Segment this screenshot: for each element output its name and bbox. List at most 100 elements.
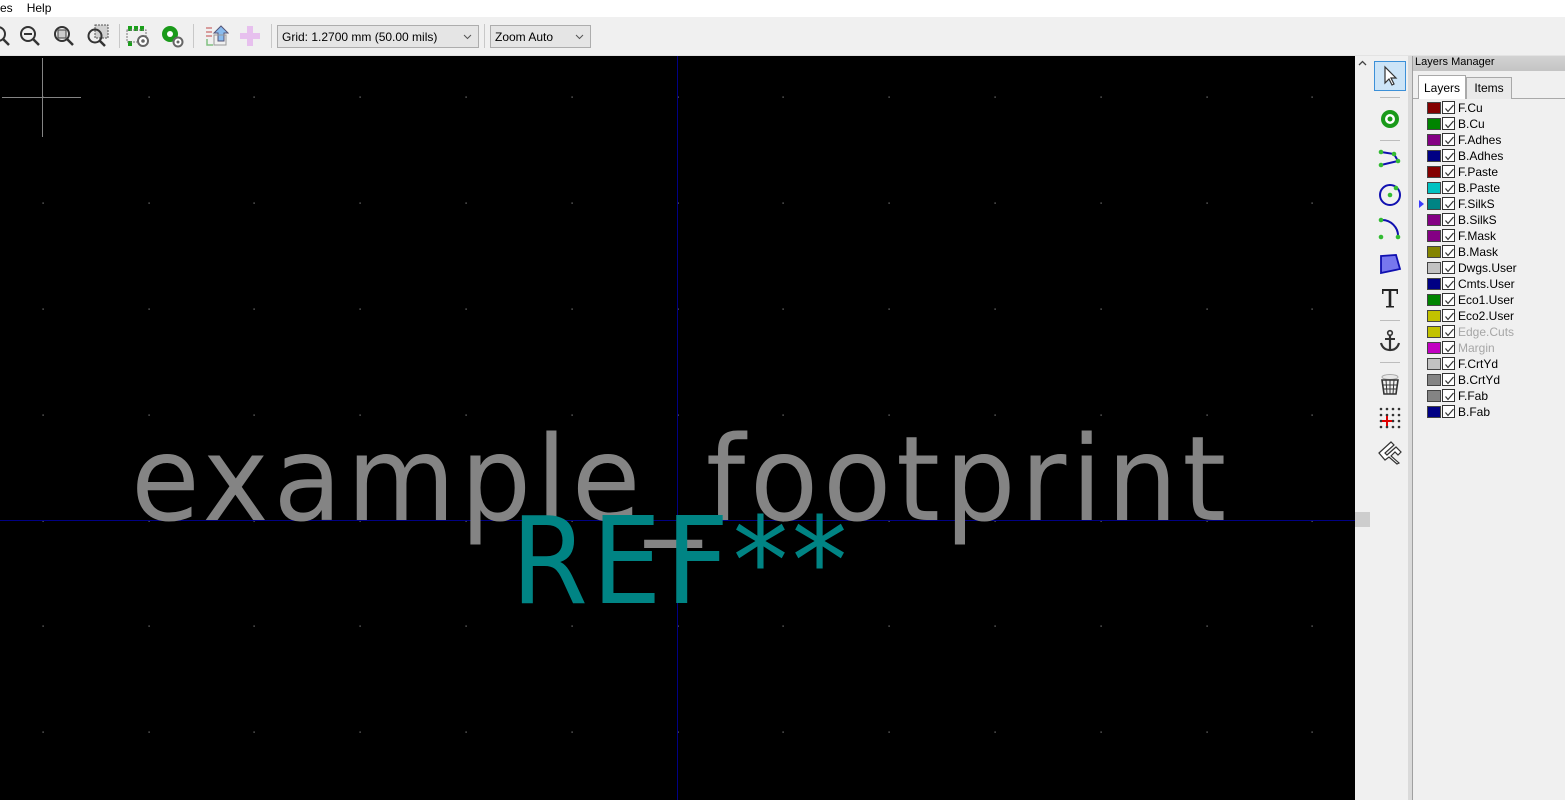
tab-layers[interactable]: Layers bbox=[1418, 75, 1466, 99]
select-tool-button[interactable] bbox=[1374, 61, 1406, 91]
tab-items[interactable]: Items bbox=[1466, 77, 1512, 99]
pad-settings-button[interactable] bbox=[158, 22, 186, 50]
layer-name[interactable]: Eco2.User bbox=[1458, 308, 1514, 324]
layer-name[interactable]: Cmts.User bbox=[1458, 276, 1515, 292]
add-circle-button[interactable] bbox=[1374, 180, 1406, 210]
add-text-button[interactable] bbox=[1374, 283, 1406, 313]
measure-button[interactable] bbox=[1374, 437, 1406, 467]
zoom-in-button[interactable] bbox=[0, 22, 14, 50]
layer-row[interactable]: F.Paste bbox=[1413, 164, 1565, 180]
layer-visibility-checkbox[interactable] bbox=[1442, 165, 1455, 178]
zoom-out-button[interactable] bbox=[16, 22, 44, 50]
zoom-select[interactable]: Zoom Auto bbox=[490, 25, 591, 48]
layer-color-swatch[interactable] bbox=[1427, 406, 1441, 418]
layer-color-swatch[interactable] bbox=[1427, 278, 1441, 290]
layer-color-swatch[interactable] bbox=[1427, 230, 1441, 242]
grid-origin-button[interactable] bbox=[1374, 403, 1406, 433]
layer-row[interactable]: B.CrtYd bbox=[1413, 372, 1565, 388]
layer-visibility-checkbox[interactable] bbox=[1442, 149, 1455, 162]
layer-name[interactable]: F.CrtYd bbox=[1458, 356, 1498, 372]
layer-row[interactable]: F.CrtYd bbox=[1413, 356, 1565, 372]
layer-row[interactable]: B.Paste bbox=[1413, 180, 1565, 196]
menu-help[interactable]: Help bbox=[27, 0, 59, 17]
layer-name[interactable]: B.SilkS bbox=[1458, 212, 1497, 228]
layer-row[interactable]: Cmts.User bbox=[1413, 276, 1565, 292]
scroll-up-arrow-icon[interactable] bbox=[1357, 58, 1368, 69]
layer-color-swatch[interactable] bbox=[1427, 182, 1441, 194]
layer-name[interactable]: B.Mask bbox=[1458, 244, 1498, 260]
layer-color-swatch[interactable] bbox=[1427, 390, 1441, 402]
layer-color-swatch[interactable] bbox=[1427, 342, 1441, 354]
layer-row[interactable]: B.Fab bbox=[1413, 404, 1565, 420]
layer-row[interactable]: Eco2.User bbox=[1413, 308, 1565, 324]
layer-color-swatch[interactable] bbox=[1427, 102, 1441, 114]
layer-name[interactable]: B.Adhes bbox=[1458, 148, 1503, 164]
layer-row[interactable]: Margin bbox=[1413, 340, 1565, 356]
layer-row[interactable]: B.SilkS bbox=[1413, 212, 1565, 228]
layer-color-swatch[interactable] bbox=[1427, 214, 1441, 226]
add-line-button[interactable] bbox=[1374, 146, 1406, 176]
layer-name[interactable]: F.SilkS bbox=[1458, 196, 1495, 212]
layer-row[interactable]: B.Mask bbox=[1413, 244, 1565, 260]
layer-visibility-checkbox[interactable] bbox=[1442, 213, 1455, 226]
reference-text[interactable]: REF** bbox=[511, 493, 851, 632]
layer-color-swatch[interactable] bbox=[1427, 198, 1441, 210]
layer-row[interactable]: F.Fab bbox=[1413, 388, 1565, 404]
layer-visibility-checkbox[interactable] bbox=[1442, 117, 1455, 130]
layer-color-swatch[interactable] bbox=[1427, 166, 1441, 178]
layer-name[interactable]: F.Fab bbox=[1458, 388, 1488, 404]
layer-visibility-checkbox[interactable] bbox=[1442, 101, 1455, 114]
layer-row[interactable]: F.Cu bbox=[1413, 100, 1565, 116]
layer-name[interactable]: F.Paste bbox=[1458, 164, 1498, 180]
layer-color-swatch[interactable] bbox=[1427, 310, 1441, 322]
layer-color-swatch[interactable] bbox=[1427, 150, 1441, 162]
layer-visibility-checkbox[interactable] bbox=[1442, 277, 1455, 290]
layer-visibility-checkbox[interactable] bbox=[1442, 389, 1455, 402]
layer-color-swatch[interactable] bbox=[1427, 118, 1441, 130]
drawing-canvas[interactable]: example_footprint REF** bbox=[0, 56, 1355, 800]
layer-row[interactable]: B.Cu bbox=[1413, 116, 1565, 132]
vertical-scrollbar[interactable] bbox=[1355, 56, 1370, 800]
layer-color-swatch[interactable] bbox=[1427, 374, 1441, 386]
insert-into-board-button[interactable] bbox=[236, 22, 264, 50]
layer-visibility-checkbox[interactable] bbox=[1442, 133, 1455, 146]
layer-visibility-checkbox[interactable] bbox=[1442, 261, 1455, 274]
layer-name[interactable]: F.Adhes bbox=[1458, 132, 1501, 148]
grid-select[interactable]: Grid: 1.2700 mm (50.00 mils) bbox=[277, 25, 479, 48]
layer-color-swatch[interactable] bbox=[1427, 294, 1441, 306]
zoom-fit-button[interactable] bbox=[50, 22, 78, 50]
layer-visibility-checkbox[interactable] bbox=[1442, 181, 1455, 194]
set-anchor-button[interactable] bbox=[1374, 326, 1406, 356]
add-polygon-button[interactable] bbox=[1374, 248, 1406, 278]
layer-name[interactable]: Edge.Cuts bbox=[1458, 324, 1514, 340]
load-from-board-button[interactable] bbox=[202, 22, 230, 50]
scrollbar-thumb[interactable] bbox=[1355, 512, 1370, 527]
layer-name[interactable]: F.Mask bbox=[1458, 228, 1496, 244]
layer-visibility-checkbox[interactable] bbox=[1442, 293, 1455, 306]
layer-name[interactable]: Eco1.User bbox=[1458, 292, 1514, 308]
layer-visibility-checkbox[interactable] bbox=[1442, 309, 1455, 322]
layer-row[interactable]: B.Adhes bbox=[1413, 148, 1565, 164]
zoom-selection-button[interactable] bbox=[84, 22, 112, 50]
layer-visibility-checkbox[interactable] bbox=[1442, 245, 1455, 258]
layer-name[interactable]: B.Cu bbox=[1458, 116, 1485, 132]
layer-visibility-checkbox[interactable] bbox=[1442, 197, 1455, 210]
layer-name[interactable]: Margin bbox=[1458, 340, 1495, 356]
layer-visibility-checkbox[interactable] bbox=[1442, 373, 1455, 386]
layer-row[interactable]: F.Mask bbox=[1413, 228, 1565, 244]
layer-row[interactable]: Eco1.User bbox=[1413, 292, 1565, 308]
layer-visibility-checkbox[interactable] bbox=[1442, 229, 1455, 242]
layer-color-swatch[interactable] bbox=[1427, 134, 1441, 146]
layer-row[interactable]: F.Adhes bbox=[1413, 132, 1565, 148]
add-arc-button[interactable] bbox=[1374, 214, 1406, 244]
layer-row[interactable]: F.SilkS bbox=[1413, 196, 1565, 212]
layer-visibility-checkbox[interactable] bbox=[1442, 325, 1455, 338]
layer-name[interactable]: B.Fab bbox=[1458, 404, 1490, 420]
layer-visibility-checkbox[interactable] bbox=[1442, 341, 1455, 354]
add-pad-button[interactable] bbox=[1374, 104, 1406, 134]
layer-visibility-checkbox[interactable] bbox=[1442, 357, 1455, 370]
footprint-properties-button[interactable] bbox=[124, 22, 152, 50]
layer-color-swatch[interactable] bbox=[1427, 358, 1441, 370]
delete-button[interactable] bbox=[1374, 369, 1406, 399]
menu-preferences[interactable]: ces bbox=[0, 0, 27, 17]
